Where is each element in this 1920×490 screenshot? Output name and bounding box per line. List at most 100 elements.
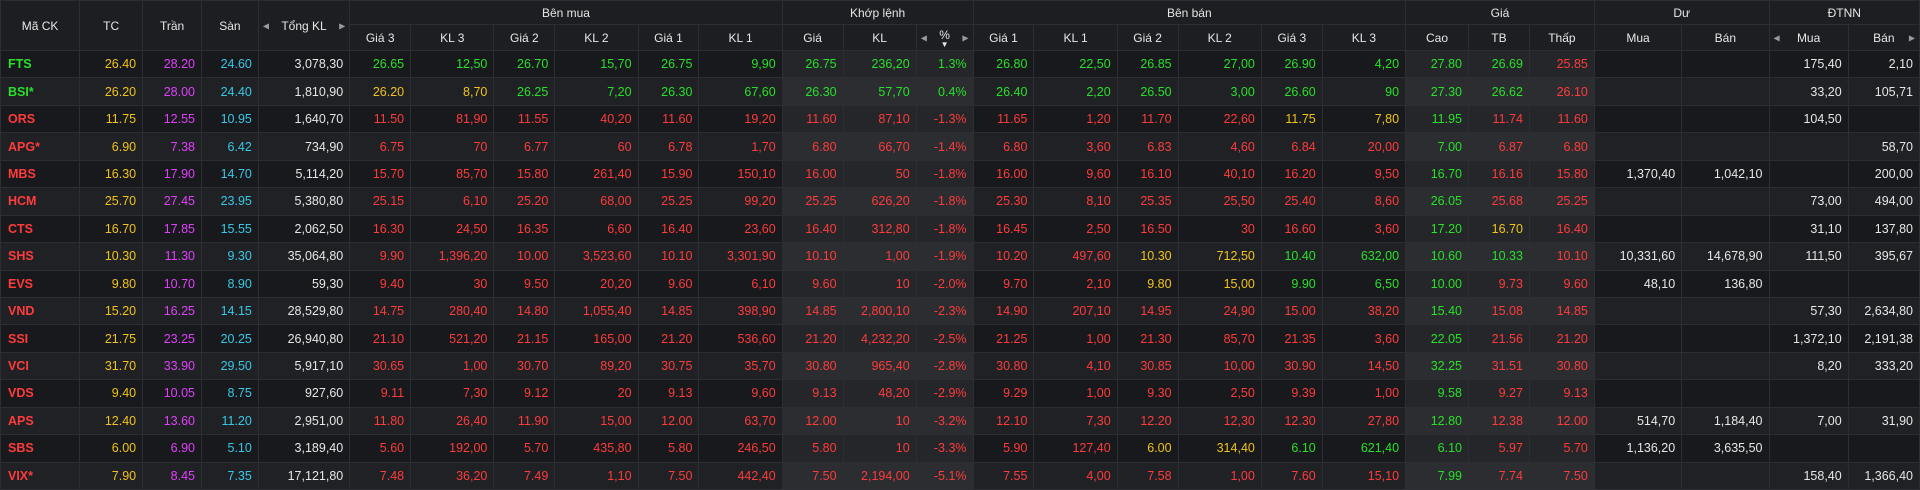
symbol-cell[interactable]: SHS bbox=[0, 242, 81, 271]
avg-price-cell: 15.08 bbox=[1468, 296, 1530, 326]
table-row[interactable]: APG* 6.90 7.38 6.42 734,90 6.75 70 6.77 60 6.78 1,… bbox=[0, 132, 1920, 161]
header-sell-col[interactable]: Giá 2 bbox=[1116, 24, 1179, 51]
match-volume-cell: 48,20 bbox=[842, 379, 917, 408]
ceil-price-cell: 23.25 bbox=[142, 324, 202, 353]
table-row[interactable]: VCI 31.70 33.90 29.50 5,917,10 30.65 1,00 30.70… bbox=[0, 351, 1920, 381]
table-row[interactable]: APS 12.40 13.60 11.20 2,951,00 11.80 26,40 11.9… bbox=[0, 406, 1920, 436]
symbol-cell[interactable]: VCI bbox=[0, 351, 81, 381]
match-percent-cell: -3.3% bbox=[915, 434, 974, 463]
header-price-col[interactable]: Cao bbox=[1405, 24, 1469, 51]
header-total-volume[interactable]: ◀ Tổng KL ▶ bbox=[257, 0, 351, 51]
symbol-cell[interactable]: CTS bbox=[0, 214, 81, 244]
floor-price-cell: 14.15 bbox=[201, 296, 259, 326]
header-ceil[interactable]: Trần bbox=[142, 0, 202, 51]
caret-right-icon[interactable]: ▶ bbox=[962, 33, 968, 42]
table-row[interactable]: SHS 10.30 11.30 9.30 35,064,80 9.90 1,396,20 10… bbox=[0, 242, 1920, 271]
sell-price-2-cell: 6.83 bbox=[1116, 132, 1179, 161]
header-buy-col[interactable]: Giá 3 bbox=[349, 24, 412, 51]
buy-price-2-cell: 21.15 bbox=[493, 324, 556, 353]
foreign-buy-cell: 31,10 bbox=[1768, 214, 1849, 244]
match-percent-cell: -2.5% bbox=[915, 324, 974, 353]
header-ref[interactable]: TC bbox=[79, 0, 144, 51]
sell-volume-1-cell: 1,00 bbox=[1033, 324, 1118, 353]
table-row[interactable]: VND 15.20 16.25 14.15 28,529,80 14.75 280,40 14… bbox=[0, 296, 1920, 326]
sell-volume-2-cell: 1,00 bbox=[1177, 461, 1262, 490]
avg-price-cell: 11.74 bbox=[1468, 104, 1530, 134]
high-price-cell: 16.70 bbox=[1405, 159, 1469, 189]
header-price-col[interactable]: Thấp bbox=[1528, 24, 1595, 51]
ref-price-cell: 26.40 bbox=[79, 49, 144, 79]
symbol-cell[interactable]: BSI* bbox=[0, 77, 81, 106]
header-sell-col[interactable]: KL 1 bbox=[1033, 24, 1118, 51]
residual-buy-cell: 514,70 bbox=[1593, 406, 1683, 436]
buy-volume-3-cell: 12,50 bbox=[410, 49, 495, 79]
sell-volume-1-cell: 4,00 bbox=[1033, 461, 1118, 490]
low-price-cell: 12.00 bbox=[1528, 406, 1595, 436]
symbol-cell[interactable]: EVS bbox=[0, 269, 81, 298]
table-row[interactable]: BSI* 26.20 28.00 24.40 1,810,90 26.20 8,70 26.2… bbox=[0, 77, 1920, 106]
header-sell-col[interactable]: Giá 3 bbox=[1260, 24, 1323, 51]
header-buy-col[interactable]: KL 2 bbox=[554, 24, 639, 51]
symbol-cell[interactable]: VND bbox=[0, 296, 81, 326]
header-buy-col[interactable]: KL 1 bbox=[698, 24, 783, 51]
symbol-cell[interactable]: MBS bbox=[0, 159, 81, 189]
table-row[interactable]: FTS 26.40 28.20 24.60 3,078,30 26.65 12,50 26.7… bbox=[0, 49, 1920, 79]
symbol-cell[interactable]: SBS bbox=[0, 434, 81, 463]
match-price-cell: 7.50 bbox=[781, 461, 844, 490]
ceil-price-cell: 17.85 bbox=[142, 214, 202, 244]
caret-left-icon[interactable]: ◀ bbox=[921, 33, 927, 42]
sell-price-1-cell: 16.45 bbox=[972, 214, 1035, 244]
header-match-percent[interactable]: ◀ % ▼ ▶ bbox=[915, 24, 974, 51]
sell-price-3-cell: 26.60 bbox=[1260, 77, 1323, 106]
table-row[interactable]: HCM 25.70 27.45 23.95 5,380,80 25.15 6,10 25.20… bbox=[0, 187, 1920, 216]
sell-volume-3-cell: 8,60 bbox=[1321, 187, 1407, 216]
table-row[interactable]: SBS 6.00 6.90 5.10 3,189,40 5.60 192,00 5.70 435… bbox=[0, 434, 1920, 463]
sell-volume-2-cell: 24,90 bbox=[1177, 296, 1262, 326]
header-foreign-sell[interactable]: Bán ▶ bbox=[1847, 24, 1920, 51]
sell-volume-2-cell: 10,00 bbox=[1177, 351, 1262, 381]
table-row[interactable]: EVS 9.80 10.70 8.90 59,30 9.40 30 9.50 20,20 9.60… bbox=[0, 269, 1920, 298]
buy-price-2-cell: 30.70 bbox=[493, 351, 556, 381]
match-volume-cell: 87,10 bbox=[842, 104, 917, 134]
caret-left-icon[interactable]: ◀ bbox=[1774, 33, 1780, 42]
table-row[interactable]: ORS 11.75 12.55 10.95 1,640,70 11.50 81,90 11.5… bbox=[0, 104, 1920, 134]
symbol-cell[interactable]: APS bbox=[0, 406, 81, 436]
buy-price-3-cell: 26.20 bbox=[349, 77, 412, 106]
header-sell-col[interactable]: Giá 1 bbox=[972, 24, 1035, 51]
table-row[interactable]: MBS 16.30 17.90 14.70 5,114,20 15.70 85,70 15.8… bbox=[0, 159, 1920, 189]
header-residual-col[interactable]: Mua bbox=[1593, 24, 1683, 51]
symbol-cell[interactable]: FTS bbox=[0, 49, 81, 79]
low-price-cell: 11.60 bbox=[1528, 104, 1595, 134]
buy-volume-3-cell: 1,00 bbox=[410, 351, 495, 381]
symbol-cell[interactable]: APG* bbox=[0, 132, 81, 161]
header-sell-col[interactable]: KL 2 bbox=[1177, 24, 1262, 51]
symbol-cell[interactable]: ORS bbox=[0, 104, 81, 134]
sell-volume-3-cell: 621,40 bbox=[1321, 434, 1407, 463]
table-row[interactable]: VIX* 7.90 8.45 7.35 17,121,80 7.48 36,20 7.49 1,… bbox=[0, 461, 1920, 490]
header-match-col[interactable]: KL bbox=[842, 24, 917, 51]
table-row[interactable]: VDS 9.40 10.05 8.75 927,60 9.11 7,30 9.12 20 9.13… bbox=[0, 379, 1920, 408]
caret-left-icon[interactable]: ◀ bbox=[263, 21, 269, 30]
symbol-cell[interactable]: HCM bbox=[0, 187, 81, 216]
header-buy-col[interactable]: KL 3 bbox=[410, 24, 495, 51]
caret-right-icon[interactable]: ▶ bbox=[339, 21, 345, 30]
sell-volume-2-cell: 314,40 bbox=[1177, 434, 1262, 463]
header-buy-col[interactable]: Giá 1 bbox=[637, 24, 700, 51]
table-row[interactable]: CTS 16.70 17.85 15.55 2,062,50 16.30 24,50 16.3… bbox=[0, 214, 1920, 244]
sell-volume-3-cell: 38,20 bbox=[1321, 296, 1407, 326]
header-foreign-buy[interactable]: ◀ Mua bbox=[1768, 24, 1849, 51]
header-residual-col[interactable]: Bán bbox=[1681, 24, 1770, 51]
symbol-cell[interactable]: VDS bbox=[0, 379, 81, 408]
header-price-col[interactable]: TB bbox=[1468, 24, 1530, 51]
symbol-cell[interactable]: VIX* bbox=[0, 461, 81, 490]
header-sell-col[interactable]: KL 3 bbox=[1321, 24, 1407, 51]
total-volume-cell: 2,062,50 bbox=[257, 214, 351, 244]
header-match-col[interactable]: Giá bbox=[781, 24, 844, 51]
caret-right-icon[interactable]: ▶ bbox=[1909, 33, 1915, 42]
header-floor[interactable]: Sàn bbox=[201, 0, 259, 51]
header-buy-col[interactable]: Giá 2 bbox=[493, 24, 556, 51]
symbol-cell[interactable]: SSI bbox=[0, 324, 81, 353]
buy-volume-2-cell: 3,523,60 bbox=[554, 242, 639, 271]
header-symbol[interactable]: Mã CK bbox=[0, 0, 81, 51]
table-row[interactable]: SSI 21.75 23.25 20.25 26,940,80 21.10 521,20 21… bbox=[0, 324, 1920, 353]
